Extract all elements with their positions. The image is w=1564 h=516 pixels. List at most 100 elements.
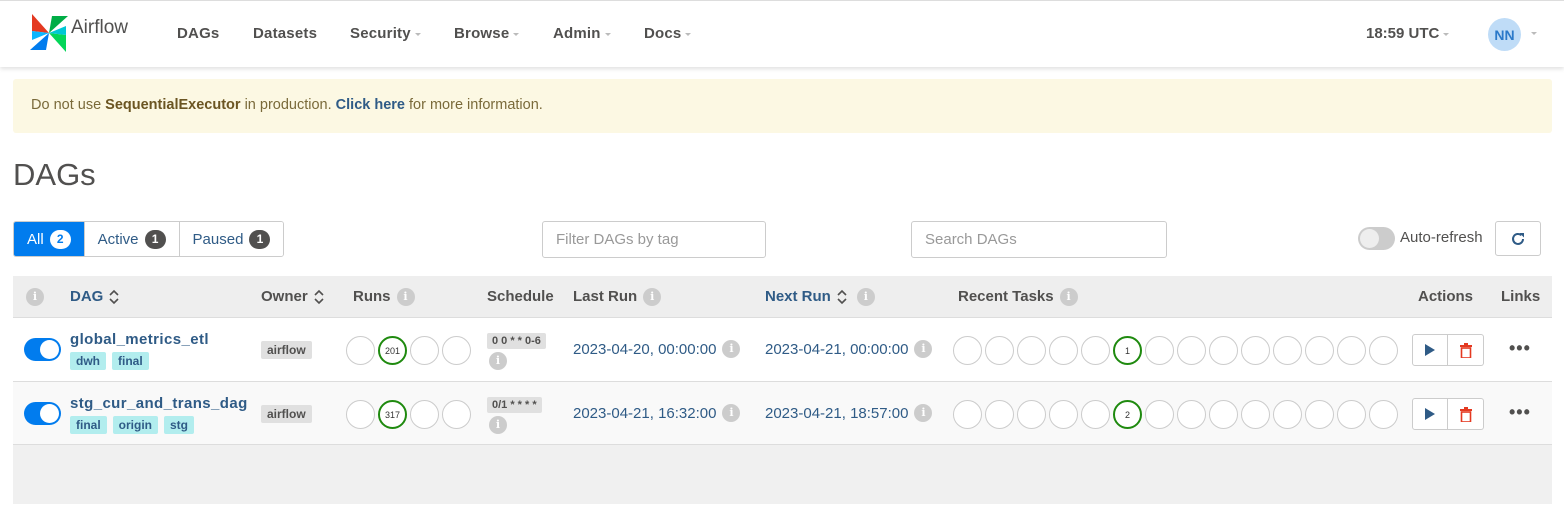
nav-security[interactable]: Security: [350, 25, 421, 42]
owner-tag[interactable]: airflow: [261, 341, 312, 359]
header-owner[interactable]: Owner: [261, 288, 324, 305]
task-state[interactable]: [1241, 400, 1270, 429]
filter-label: Active: [97, 230, 139, 248]
dags-table: i DAG Owner Runs i Schedule Last Run i Nex…: [13, 276, 1552, 504]
task-state[interactable]: [1177, 400, 1206, 429]
chevron-down-icon: [513, 32, 520, 36]
dag-tag[interactable]: origin: [112, 416, 158, 434]
dag-runs: 201: [346, 336, 471, 365]
task-state[interactable]: [953, 336, 982, 365]
info-icon[interactable]: i: [489, 416, 507, 434]
trigger-dag-button[interactable]: [1412, 334, 1448, 366]
task-state[interactable]: [1177, 336, 1206, 365]
dag-tag[interactable]: final: [70, 416, 107, 434]
run-state-success[interactable]: 317: [378, 400, 407, 429]
delete-dag-button[interactable]: [1448, 334, 1484, 366]
trigger-dag-button[interactable]: [1412, 398, 1448, 430]
last-run-date[interactable]: 2023-04-21, 16:32:00 i: [573, 403, 741, 422]
info-icon[interactable]: i: [489, 352, 507, 370]
info-icon: i: [1059, 288, 1078, 307]
task-state[interactable]: [1305, 336, 1334, 365]
task-state[interactable]: [1145, 336, 1174, 365]
task-state[interactable]: [1017, 400, 1046, 429]
nav-admin[interactable]: Admin: [553, 25, 611, 42]
task-state[interactable]: [1209, 336, 1238, 365]
auto-refresh-label: Auto-refresh: [1400, 229, 1483, 246]
task-state-success[interactable]: 2: [1113, 400, 1142, 429]
search-dags-input[interactable]: [911, 221, 1167, 258]
brand-name: Airflow: [71, 17, 129, 38]
filter-all-button[interactable]: All 2: [14, 222, 85, 256]
alert-more-info-link[interactable]: Click here: [336, 97, 405, 113]
run-state-success[interactable]: 201: [378, 336, 407, 365]
task-state[interactable]: [1049, 400, 1078, 429]
run-state-queued[interactable]: [346, 400, 375, 429]
dag-link[interactable]: global_metrics_etl: [70, 331, 209, 348]
task-state[interactable]: [1241, 336, 1270, 365]
filter-active-button[interactable]: Active 1: [84, 222, 180, 256]
info-icon[interactable]: i: [914, 403, 933, 422]
utc-clock[interactable]: 18:59 UTC: [1366, 25, 1450, 42]
user-avatar[interactable]: NN: [1488, 18, 1521, 51]
nav-datasets[interactable]: Datasets: [253, 25, 317, 42]
info-icon[interactable]: i: [722, 339, 741, 358]
task-state[interactable]: [1337, 400, 1366, 429]
count-badge: 2: [49, 229, 71, 249]
task-state-success[interactable]: 1: [1113, 336, 1142, 365]
dag-tag[interactable]: final: [112, 352, 149, 370]
filter-paused-button[interactable]: Paused 1: [179, 222, 284, 256]
brand[interactable]: Airflow: [28, 12, 128, 54]
task-state[interactable]: [1049, 336, 1078, 365]
owner-tag[interactable]: airflow: [261, 405, 312, 423]
delete-dag-button[interactable]: [1448, 398, 1484, 430]
last-run-date[interactable]: 2023-04-20, 00:00:00 i: [573, 339, 741, 358]
run-state-running[interactable]: [410, 400, 439, 429]
links-menu-button[interactable]: •••: [1509, 402, 1531, 423]
info-icon[interactable]: i: [722, 403, 741, 422]
dag-pause-toggle[interactable]: [24, 402, 61, 425]
task-state[interactable]: [1273, 336, 1302, 365]
table-row: global_metrics_etl dwh final airflow 201…: [13, 317, 1552, 381]
info-icon[interactable]: i: [914, 339, 933, 358]
task-state[interactable]: [1337, 336, 1366, 365]
header-next-run[interactable]: Next Run i: [765, 288, 875, 307]
alert-text: in production.: [240, 97, 336, 113]
chevron-down-icon: [685, 32, 692, 36]
links-menu-button[interactable]: •••: [1509, 338, 1531, 359]
chevron-down-icon: [414, 32, 421, 36]
dag-tag[interactable]: dwh: [70, 352, 106, 370]
refresh-button[interactable]: [1495, 221, 1541, 256]
nav-docs[interactable]: Docs: [644, 25, 692, 42]
header-dag[interactable]: DAG: [70, 288, 119, 305]
dag-pause-toggle[interactable]: [24, 338, 61, 361]
header-info-icon[interactable]: i: [26, 288, 44, 307]
run-state-failed[interactable]: [442, 400, 471, 429]
task-state[interactable]: [985, 336, 1014, 365]
task-state[interactable]: [1017, 336, 1046, 365]
next-run-date: 2023-04-21, 18:57:00 i: [765, 403, 933, 422]
run-state-failed[interactable]: [442, 336, 471, 365]
task-state[interactable]: [953, 400, 982, 429]
run-state-running[interactable]: [410, 336, 439, 365]
run-state-queued[interactable]: [346, 336, 375, 365]
nav-browse[interactable]: Browse: [454, 25, 520, 42]
task-state[interactable]: [1273, 400, 1302, 429]
task-state[interactable]: [1369, 400, 1398, 429]
task-state[interactable]: [1145, 400, 1174, 429]
task-state[interactable]: [1081, 336, 1110, 365]
dag-tag[interactable]: stg: [164, 416, 194, 434]
chevron-down-icon: [1443, 32, 1450, 36]
task-state[interactable]: [985, 400, 1014, 429]
task-state[interactable]: [1081, 400, 1110, 429]
task-state[interactable]: [1305, 400, 1334, 429]
user-menu-chevron-icon[interactable]: [1531, 32, 1537, 35]
tag-filter-input[interactable]: [542, 221, 766, 258]
task-state[interactable]: [1209, 400, 1238, 429]
auto-refresh-toggle[interactable]: [1358, 227, 1395, 250]
recent-tasks: 2: [953, 400, 1398, 429]
dag-tags: final origin stg: [70, 416, 194, 434]
count-badge: 1: [144, 229, 166, 249]
dag-link[interactable]: stg_cur_and_trans_dag: [70, 395, 248, 412]
nav-dags[interactable]: DAGs: [177, 25, 219, 42]
task-state[interactable]: [1369, 336, 1398, 365]
